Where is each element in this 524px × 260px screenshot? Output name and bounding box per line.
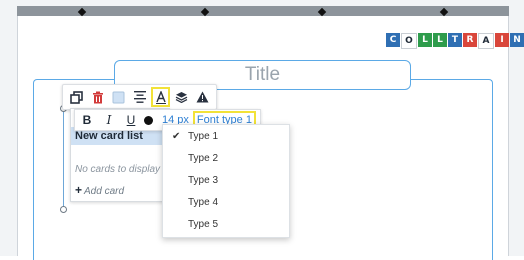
dropdown-option[interactable]: Type 2 [163, 148, 289, 170]
align-center-icon[interactable] [130, 87, 149, 107]
selection-outline [63, 112, 64, 210]
add-card-label: Add card [84, 186, 125, 197]
empty-state-text: No cards to display [75, 164, 161, 175]
logo-letter: A [478, 33, 494, 49]
bold-button[interactable]: B [79, 111, 95, 129]
logo-letter: C [386, 33, 400, 47]
dropdown-option[interactable]: ✔ Type 1 [163, 126, 289, 148]
warning-icon[interactable] [193, 87, 212, 107]
top-rail [17, 6, 509, 16]
underline-button[interactable]: U [123, 111, 139, 129]
plus-icon: + [75, 183, 83, 197]
text-color-button[interactable] [144, 115, 153, 125]
logo-letter: I [495, 33, 509, 47]
logo-letter: O [401, 33, 417, 49]
dropdown-option[interactable]: Type 4 [163, 192, 289, 214]
logo-letter: L [418, 33, 432, 47]
check-icon: ✔ [172, 131, 181, 142]
add-card-button[interactable]: + Add card [75, 183, 124, 197]
dropdown-option[interactable]: Type 5 [163, 214, 289, 236]
logo-letter: T [448, 33, 462, 47]
duplicate-icon[interactable] [67, 87, 86, 107]
logo-letter: N [510, 33, 524, 47]
logo-letter: R [463, 33, 477, 47]
color-swatch-icon[interactable] [109, 87, 128, 107]
italic-button[interactable]: I [101, 111, 117, 129]
text-format-icon[interactable] [151, 87, 170, 107]
resize-handle[interactable] [60, 206, 67, 213]
colltrain-logo: COLLTRAIN [386, 33, 524, 49]
font-type-dropdown: ✔ Type 1 Type 2 Type 3 Type 4 Type 5 [162, 124, 290, 238]
dropdown-option[interactable]: Type 3 [163, 170, 289, 192]
layers-icon[interactable] [172, 87, 191, 107]
delete-icon[interactable] [88, 87, 107, 107]
logo-letter: L [433, 33, 447, 47]
element-toolbar [62, 84, 217, 110]
